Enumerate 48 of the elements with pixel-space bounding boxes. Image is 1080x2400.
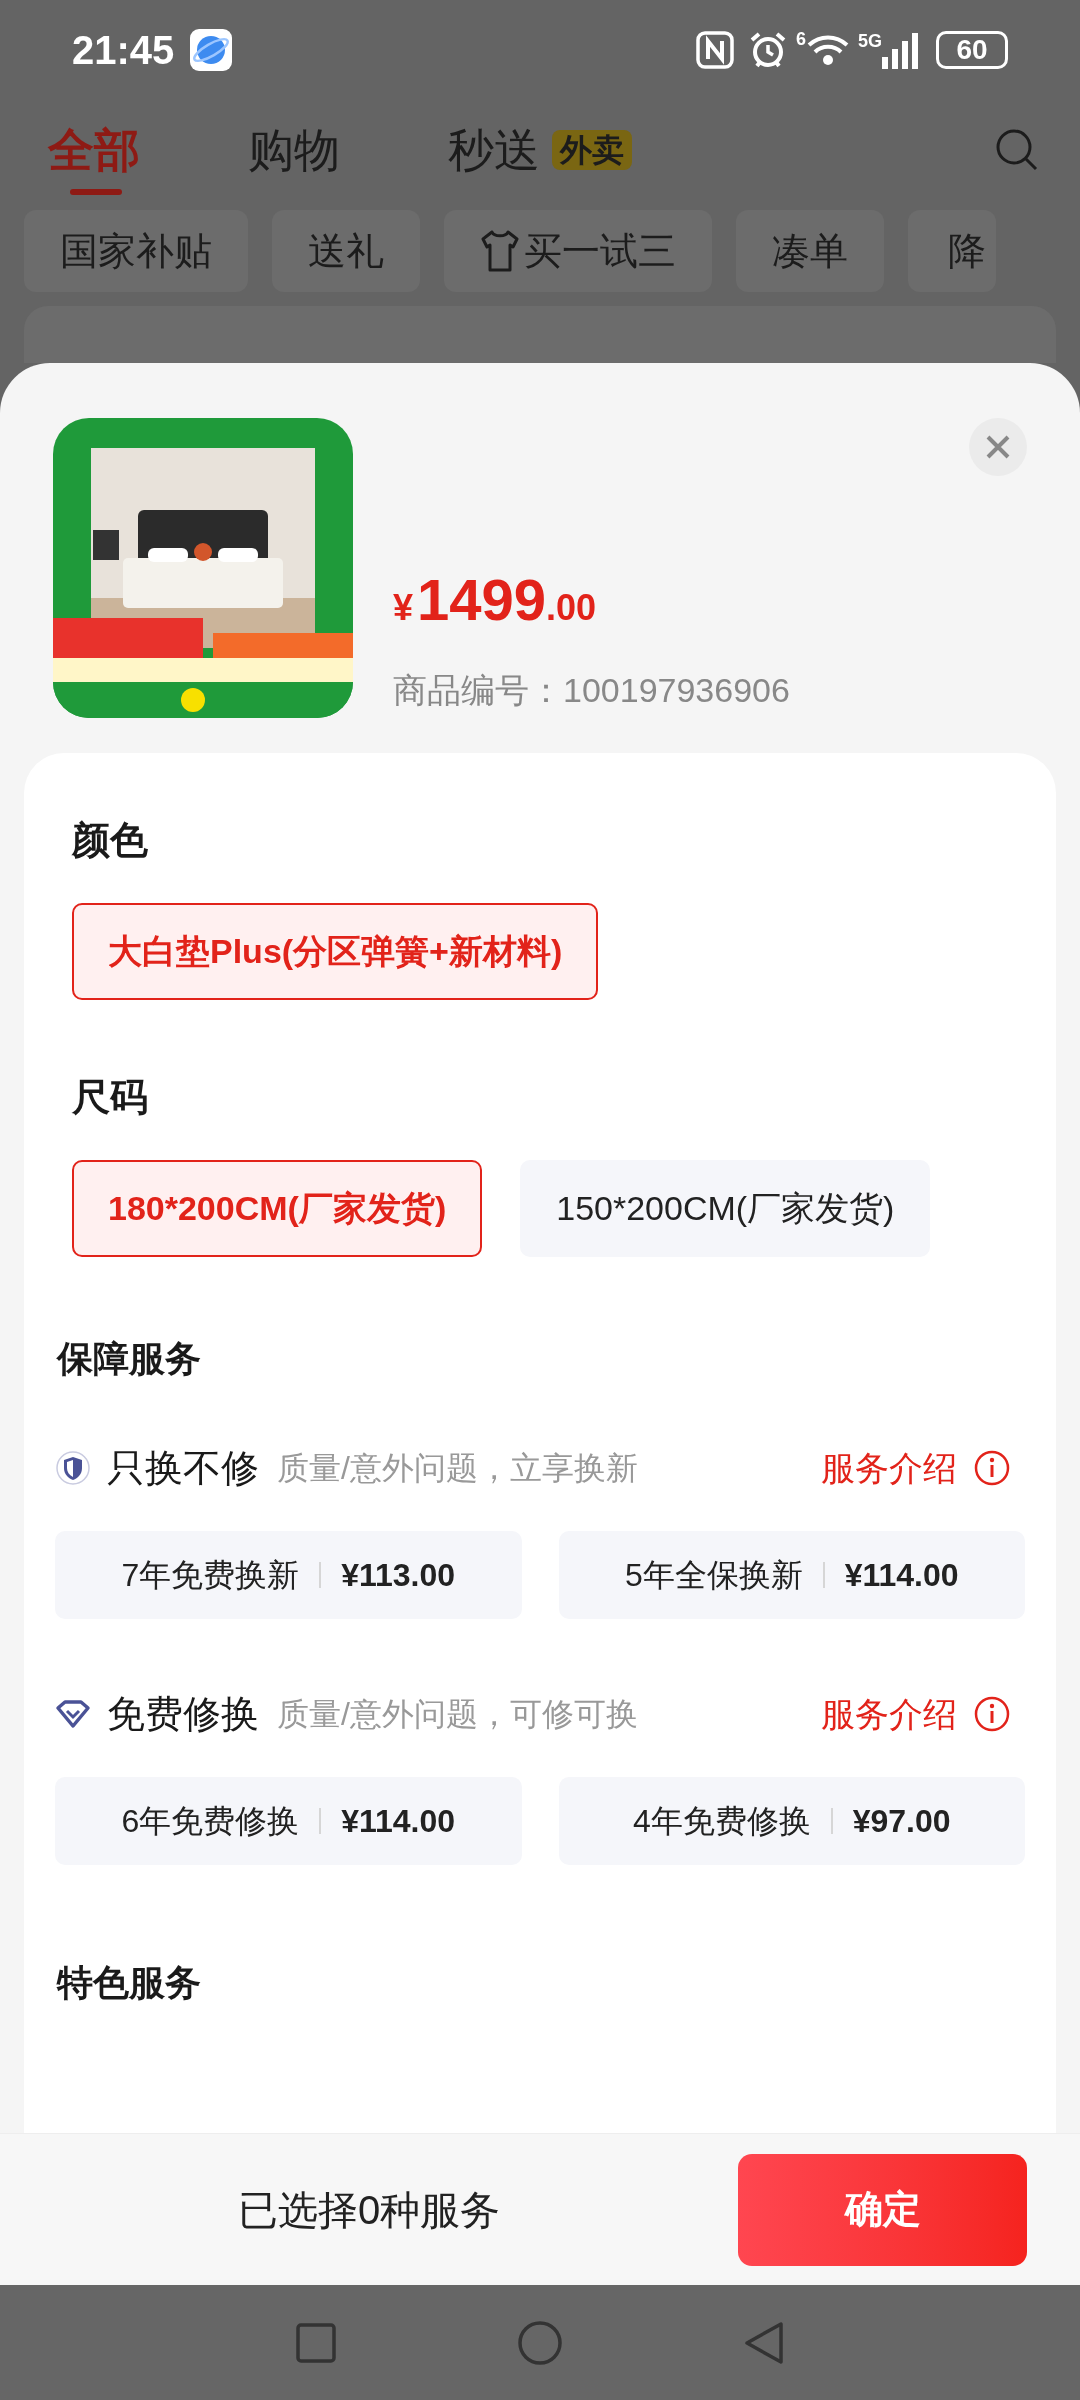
service-option[interactable]: 5年全保换新 ¥114.00 [558,1531,1025,1619]
filter-chip[interactable]: 凑单 [736,210,884,292]
price-currency: ¥ [393,586,414,630]
home-icon[interactable] [517,2319,563,2366]
search-icon[interactable] [994,127,1040,173]
nfc-icon [695,31,734,69]
diamond-icon [55,1699,91,1729]
info-icon[interactable] [973,1695,1011,1733]
section-title: 保障服务 [57,1341,202,1377]
recent-apps-icon[interactable] [295,2321,337,2364]
service-option[interactable]: 6年免费修换 ¥114.00 [55,1777,522,1865]
spec-title: 颜色 [72,821,149,859]
service-intro-link[interactable]: 服务介绍 [821,1688,957,1740]
shield-icon [55,1450,91,1486]
spec-option[interactable]: 180*200CM(厂家发货) [72,1160,483,1257]
confirm-button[interactable]: 确定 [738,2153,1027,2266]
service-option[interactable]: 4年免费修换 ¥97.00 [558,1777,1025,1865]
price-value: 1499 [417,571,547,629]
service-description: 质量/意外问题，可修可换 [277,1695,638,1734]
product-sku: 商品编号：100197936906 [393,670,791,711]
price-decimal: .00 [546,586,597,630]
battery-indicator: 60 [936,31,1008,69]
service-name: 免费修换 [107,1691,259,1737]
signal-icon [882,31,918,69]
service-intro-link[interactable]: 服务介绍 [821,1442,957,1494]
category-tab[interactable]: 购物 [248,101,340,199]
section-title: 特色服务 [57,1965,202,2001]
service-option[interactable]: 7年免费换新 ¥113.00 [55,1531,522,1619]
spec-option[interactable]: 150*200CM(厂家发货) [520,1160,931,1257]
spec-title: 尺码 [72,1078,149,1116]
filter-chip[interactable]: 买一试三 [444,210,712,292]
spec-option[interactable]: 大白垫Plus(分区弹簧+新材料) [72,903,599,1000]
close-icon [985,434,1011,460]
filter-chip[interactable]: 降 [908,210,996,292]
wifi-label: 6 [795,28,806,51]
category-tab[interactable]: 秒送 外卖 [448,101,632,199]
status-time: 21:45 [72,27,175,74]
info-icon[interactable] [973,1449,1011,1487]
selected-services-summary: 已选择0种服务 [236,2186,502,2234]
network-label: 5G [858,30,882,53]
filter-chip[interactable]: 送礼 [272,210,420,292]
back-icon[interactable] [743,2319,785,2366]
browser-app-icon [190,29,233,71]
shirt-icon [480,229,520,273]
service-description: 质量/意外问题，立享换新 [277,1449,638,1488]
service-name: 只换不修 [107,1445,259,1491]
filter-chip[interactable]: 国家补贴 [24,210,248,292]
delivery-badge: 外卖 [552,130,632,170]
